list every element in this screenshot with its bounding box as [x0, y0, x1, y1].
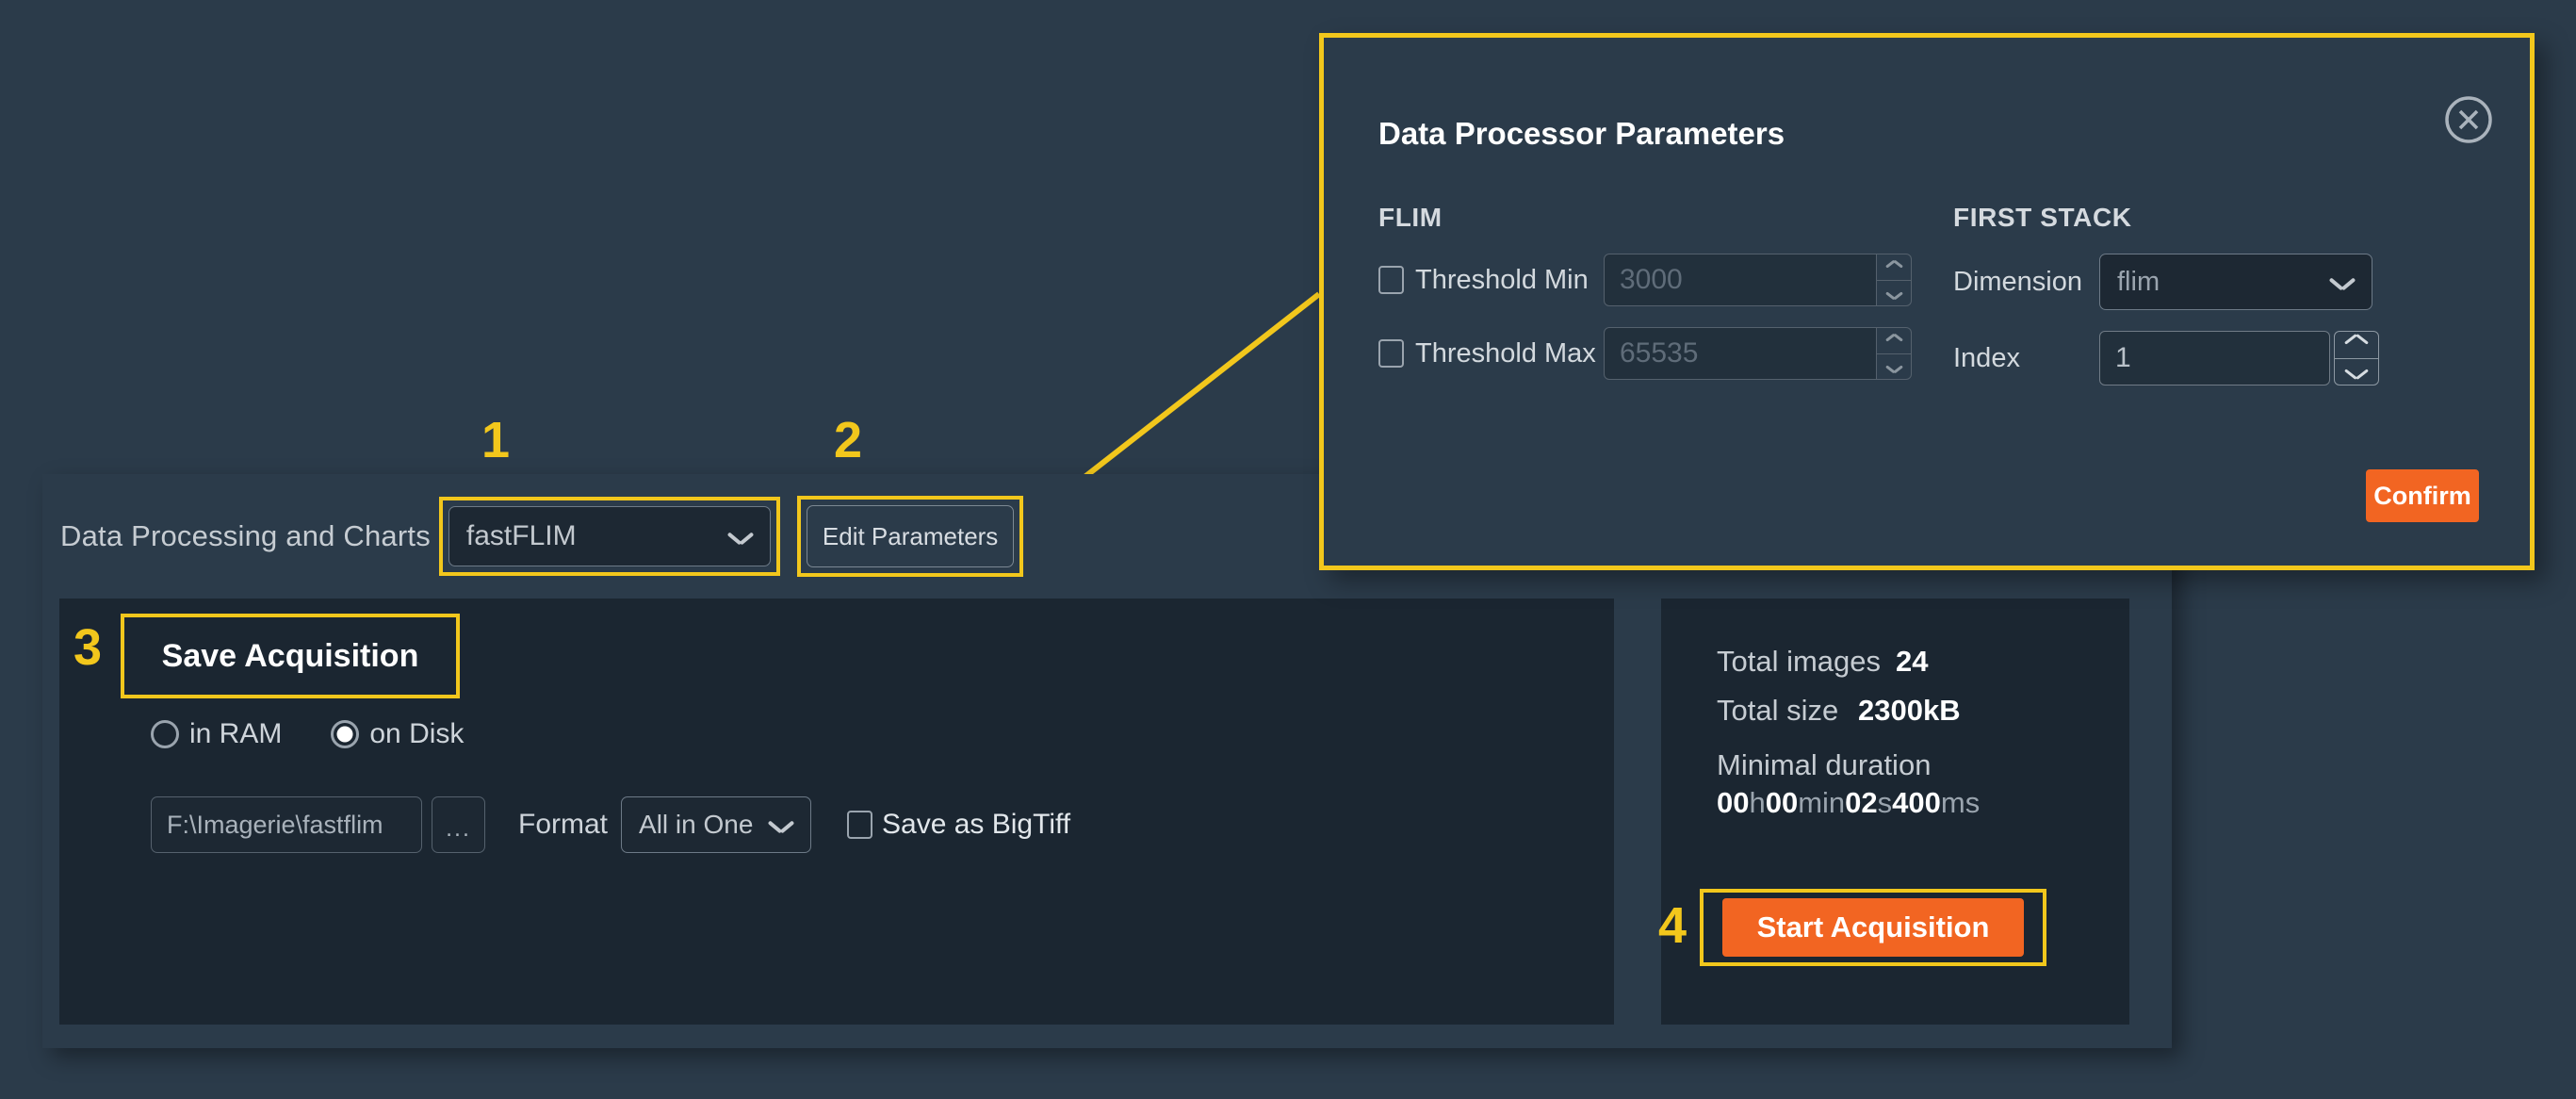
- data-processor-parameters-dialog: Data Processor Parameters FLIM Threshold…: [1319, 33, 2535, 570]
- radio-in-ram[interactable]: [151, 720, 179, 748]
- index-input[interactable]: 1: [2099, 331, 2330, 385]
- storage-radio-group: in RAM on Disk: [151, 718, 464, 750]
- first-stack-group-label: FIRST STACK: [1953, 203, 2379, 233]
- duration-seconds: 02: [1845, 786, 1877, 819]
- chevron-down-icon: [2330, 275, 2355, 288]
- stepper-up-icon[interactable]: [2335, 332, 2378, 359]
- format-select-value: All in One: [639, 810, 753, 840]
- duration-hours-unit: h: [1749, 786, 1765, 819]
- total-size-value: 2300kB: [1858, 694, 1961, 728]
- save-acquisition-highlight: Save Acquisition: [121, 614, 460, 698]
- processor-select[interactable]: fastFLIM: [448, 506, 771, 566]
- radio-in-ram-label: in RAM: [189, 718, 282, 750]
- first-stack-group: FIRST STACK Dimension flim Index 1: [1953, 203, 2379, 385]
- bigtiff-label: Save as BigTiff: [882, 809, 1070, 841]
- radio-on-disk-label: on Disk: [369, 718, 464, 750]
- annotation-marker-4: 4: [1658, 900, 1687, 951]
- processor-select-value: fastFLIM: [466, 520, 577, 552]
- dialog-title: Data Processor Parameters: [1378, 116, 1785, 152]
- total-images-row: Total images 24: [1717, 645, 1980, 694]
- edit-parameters-highlight: Edit Parameters: [797, 496, 1023, 577]
- threshold-min-checkbox[interactable]: [1378, 266, 1404, 294]
- minimal-duration-label: Minimal duration: [1717, 748, 1980, 782]
- annotation-marker-1: 1: [481, 415, 510, 466]
- stepper-down-icon[interactable]: [2335, 359, 2378, 385]
- acquisition-summary: Total images 24 Total size 2300kB Minima…: [1717, 645, 1980, 820]
- threshold-min-row: Threshold Min 3000: [1378, 254, 1912, 306]
- threshold-min-input[interactable]: 3000: [1604, 254, 1877, 306]
- dimension-label: Dimension: [1953, 267, 2099, 298]
- duration-seconds-unit: s: [1878, 786, 1893, 819]
- bigtiff-option[interactable]: Save as BigTiff: [847, 809, 1070, 841]
- threshold-max-label: Threshold Max: [1415, 338, 1604, 369]
- stepper-down-icon[interactable]: [1877, 281, 1911, 306]
- save-acquisition-title: Save Acquisition: [162, 638, 419, 675]
- chevron-down-icon: [728, 530, 753, 543]
- minimal-duration-value: 00h00min02s400ms: [1717, 786, 1980, 820]
- flim-group: FLIM Threshold Min 3000 Threshold Max 65…: [1378, 203, 1912, 380]
- bigtiff-checkbox[interactable]: [847, 811, 872, 839]
- confirm-button[interactable]: Confirm: [2366, 469, 2479, 522]
- annotation-marker-2: 2: [834, 415, 862, 466]
- close-circle-icon[interactable]: [2443, 94, 2494, 145]
- save-path-row: F:\Imagerie\fastflim ... Format All in O…: [151, 796, 1070, 853]
- flim-group-label: FLIM: [1378, 203, 1912, 233]
- duration-millis-unit: ms: [1941, 786, 1980, 819]
- threshold-max-row: Threshold Max 65535: [1378, 327, 1912, 380]
- dimension-row: Dimension flim: [1953, 254, 2379, 310]
- chevron-down-icon: [769, 818, 793, 831]
- index-row: Index 1: [1953, 331, 2379, 385]
- threshold-max-input[interactable]: 65535: [1604, 327, 1877, 380]
- format-label: Format: [518, 809, 608, 841]
- duration-hours: 00: [1717, 786, 1749, 819]
- total-size-row: Total size 2300kB: [1717, 694, 1980, 743]
- total-images-value: 24: [1896, 645, 1928, 679]
- save-path-input[interactable]: F:\Imagerie\fastflim: [151, 796, 422, 853]
- threshold-max-stepper[interactable]: [1877, 327, 1912, 380]
- radio-on-disk[interactable]: [331, 720, 359, 748]
- duration-millis: 400: [1892, 786, 1941, 819]
- processor-select-highlight: fastFLIM: [439, 497, 780, 576]
- dimension-select-value: flim: [2117, 267, 2160, 298]
- threshold-max-checkbox[interactable]: [1378, 339, 1404, 368]
- format-select[interactable]: All in One: [621, 796, 811, 853]
- duration-minutes-unit: min: [1798, 786, 1845, 819]
- annotation-marker-3: 3: [73, 622, 102, 673]
- duration-minutes: 00: [1766, 786, 1798, 819]
- stepper-down-icon[interactable]: [1877, 354, 1911, 380]
- total-size-label: Total size: [1717, 694, 1858, 728]
- data-processing-label: Data Processing and Charts: [60, 519, 431, 553]
- index-label: Index: [1953, 343, 2099, 374]
- threshold-min-stepper[interactable]: [1877, 254, 1912, 306]
- dimension-select[interactable]: flim: [2099, 254, 2372, 310]
- threshold-min-label: Threshold Min: [1415, 265, 1604, 296]
- browse-button[interactable]: ...: [432, 796, 485, 853]
- stepper-up-icon[interactable]: [1877, 254, 1911, 281]
- edit-parameters-button[interactable]: Edit Parameters: [807, 505, 1014, 567]
- start-acquisition-highlight: Start Acquisition: [1700, 889, 2046, 966]
- stepper-up-icon[interactable]: [1877, 328, 1911, 354]
- total-images-label: Total images: [1717, 645, 1896, 679]
- index-stepper[interactable]: [2334, 331, 2379, 385]
- start-acquisition-button[interactable]: Start Acquisition: [1722, 898, 2024, 957]
